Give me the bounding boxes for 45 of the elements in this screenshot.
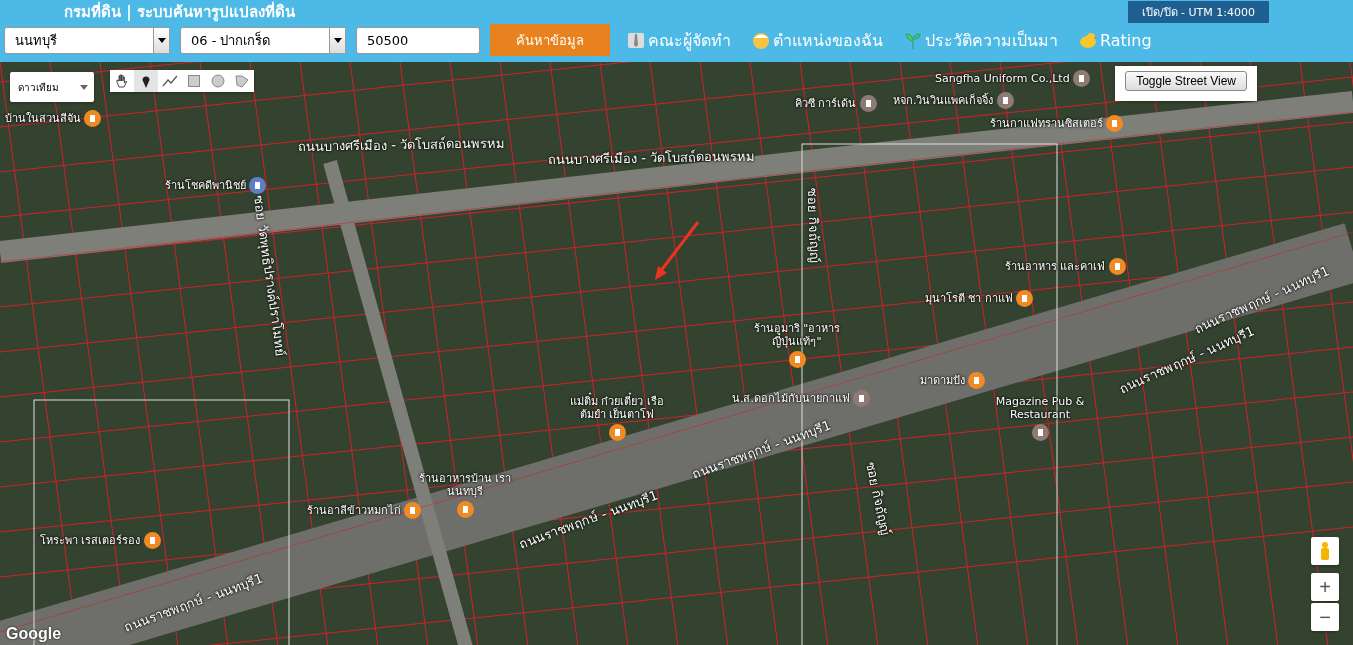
place-label: ร้านโชคดีพานิชย์ (165, 178, 246, 193)
place-label: น.ส.ดอกไม้กับนายกาแฟ (732, 391, 850, 406)
polyline-icon (162, 73, 178, 89)
place-label: ร้านอาหาร และคาเฟ่ (1005, 259, 1106, 274)
zoom-out-button[interactable]: − (1311, 603, 1339, 631)
drawing-tool-button[interactable] (158, 70, 182, 92)
road-label: ซอย กิจถัญญ์ (862, 460, 894, 537)
street-view-button[interactable]: Toggle Street View (1125, 71, 1247, 91)
app-title: กรมที่ดิน | ระบบค้นหารูปแปลงที่ดิน (64, 0, 295, 24)
sprout-icon (903, 30, 923, 50)
place-label: Magazine Pub & Restaurant (994, 395, 1086, 422)
place-label: โหระพา เรสเตอร์รอง (40, 533, 141, 548)
chick-icon (1078, 30, 1098, 50)
road-label: ซอย กิจถัญญ์ (804, 187, 823, 264)
place-label: คิวซี การ์เด้น (795, 96, 857, 111)
place-label: ร้านอาลีข้าวหมกไก่ (307, 503, 401, 518)
place-label: Sangfha Uniform Co.,Ltd (935, 71, 1070, 86)
place-label: ร้านอูมาริ "อาหาร ญี่ปุ่นแท้ๆ" (752, 322, 842, 349)
road-label: ถนนบางศรีเมือง - วัดโบสถ์ดอนพรหม (547, 148, 756, 168)
caret-icon (80, 84, 88, 90)
scale-toggle[interactable]: เปิด/ปิด - UTM 1:4000 (1127, 1, 1269, 23)
place-label: ร้านอาหารบ้าน เรา นนทบุรี (417, 472, 513, 499)
road-label: ถนนบางศรีเมือง - วัดโบสถ์ดอนพรหม (297, 135, 506, 155)
parcel-number-field[interactable]: 50500 (356, 26, 480, 54)
square-icon (186, 73, 202, 89)
map-type-select[interactable]: ดาวเทียม (10, 72, 94, 102)
district-select[interactable]: 06 - ปากเกร็ด (180, 26, 346, 54)
polygon-icon (234, 73, 250, 89)
drawing-tool-button[interactable] (134, 70, 158, 92)
province-select[interactable]: นนทบุรี (4, 26, 170, 54)
google-logo: Google (6, 625, 62, 643)
caret-icon (333, 37, 342, 43)
drawing-tool-button[interactable] (110, 70, 134, 92)
place-label: ร้านกาแฟทรานซิสเตอร์ (990, 116, 1103, 131)
zoom-in-button[interactable]: + (1311, 573, 1339, 601)
face-icon (751, 30, 771, 50)
place-label: หจก.วินวินแพคเก็จจิ้ง (893, 93, 994, 108)
place-label: มาดามปัง (920, 373, 965, 388)
place-label: มุนาโรตี ชา กาแฟ (925, 291, 1013, 306)
pointer-arrow (655, 221, 700, 280)
caret-icon (157, 37, 166, 43)
person-icon (1319, 541, 1331, 561)
shirt-tie-icon (626, 30, 646, 50)
hand-icon (114, 73, 130, 89)
circle-icon (210, 73, 226, 89)
